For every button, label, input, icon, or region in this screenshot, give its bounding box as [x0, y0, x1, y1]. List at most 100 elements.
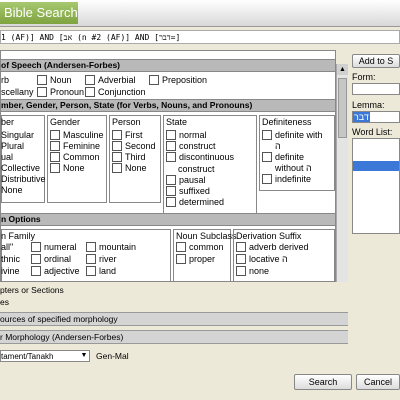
family-land-checkbox[interactable]: land: [86, 266, 116, 276]
checkbox-box[interactable]: [37, 87, 47, 97]
state-discontinuous-checkbox[interactable]: discontinuous: [166, 152, 234, 162]
checkbox-box[interactable]: [166, 175, 176, 185]
scroll-thumb[interactable]: [338, 78, 347, 138]
checkbox-box[interactable]: [86, 242, 96, 252]
chevron-down-icon[interactable]: ▼: [79, 351, 89, 361]
checkbox-box[interactable]: [236, 266, 246, 276]
checkbox-box[interactable]: [50, 152, 60, 162]
number-collective-checkbox[interactable]: Collective: [1, 163, 40, 173]
pos-adverbial-checkbox[interactable]: Adverbial: [85, 75, 136, 85]
section-noun-options[interactable]: n Options: [1, 213, 335, 226]
scroll-up-icon[interactable]: ▲: [337, 64, 348, 75]
word-list-selected-item[interactable]: [353, 161, 399, 171]
checkbox-box[interactable]: [262, 130, 272, 140]
checkbox-box[interactable]: [85, 87, 95, 97]
lemma-field[interactable]: דבר: [352, 111, 400, 123]
gender-feminine-checkbox[interactable]: Feminine: [50, 141, 100, 151]
checkbox-box[interactable]: [166, 186, 176, 196]
definiteness-definite-without-checkbox[interactable]: definite: [262, 152, 304, 162]
checkbox-box[interactable]: [176, 242, 186, 252]
subclass-proper-checkbox[interactable]: proper: [176, 254, 215, 264]
subclass-common-checkbox[interactable]: common: [176, 242, 224, 252]
checkbox-box[interactable]: [37, 75, 47, 85]
pos-preposition-checkbox[interactable]: Preposition: [149, 75, 207, 85]
family-river-checkbox[interactable]: river: [86, 254, 117, 264]
checkbox-box[interactable]: [236, 254, 246, 264]
checkbox-box[interactable]: [86, 266, 96, 276]
query-field[interactable]: 1 (AF)] AND [אב (n #2 (AF)] AND [דבר=]: [0, 30, 400, 44]
version-select-value: tament/Tanakh: [1, 352, 54, 361]
checkbox-box[interactable]: [236, 242, 246, 252]
suffix-none-checkbox[interactable]: none: [236, 266, 269, 276]
checkbox-box[interactable]: [50, 163, 60, 173]
family-adjective-checkbox[interactable]: adjective: [31, 266, 80, 276]
gender-masculine-checkbox[interactable]: Masculine: [50, 130, 104, 140]
person-none-checkbox[interactable]: None: [112, 163, 147, 173]
number-singular-checkbox[interactable]: Singular: [1, 130, 34, 140]
pos-pronoun-checkbox[interactable]: Pronoun: [37, 87, 84, 97]
checkbox-box[interactable]: [166, 141, 176, 151]
family-mountain-checkbox[interactable]: mountain: [86, 242, 136, 252]
number-dual-checkbox[interactable]: ual: [1, 152, 13, 162]
checkbox-box[interactable]: [149, 75, 159, 85]
checkbox-box[interactable]: [112, 152, 122, 162]
checkbox-box[interactable]: [262, 174, 272, 184]
checkbox-box[interactable]: [262, 152, 272, 162]
add-to-search-button[interactable]: Add to S: [352, 54, 400, 68]
checkbox-box[interactable]: [85, 75, 95, 85]
form-field[interactable]: [352, 83, 400, 95]
panel-scrollbar[interactable]: ▲: [336, 64, 348, 282]
number-none-checkbox[interactable]: None: [1, 185, 23, 195]
morphology-panel: of Speech (Andersen-Forbes) rb Noun Adve…: [0, 50, 336, 282]
section-number-gender[interactable]: mber, Gender, Person, State (for Verbs, …: [1, 99, 335, 112]
pos-noun-checkbox[interactable]: Noun: [37, 75, 72, 85]
section-part-of-speech[interactable]: of Speech (Andersen-Forbes): [1, 59, 335, 72]
person-first-checkbox[interactable]: First: [112, 130, 143, 140]
checkbox-box[interactable]: [166, 130, 176, 140]
family-divine-checkbox[interactable]: ivine: [1, 266, 20, 276]
state-determined-checkbox[interactable]: determined: [166, 197, 224, 207]
checkbox-box[interactable]: [112, 130, 122, 140]
state-normal-checkbox[interactable]: normal: [166, 130, 207, 140]
person-second-checkbox[interactable]: Second: [112, 141, 156, 151]
number-plural-checkbox[interactable]: Plural: [1, 141, 24, 151]
gender-none-checkbox[interactable]: None: [50, 163, 85, 173]
state-pausal-checkbox[interactable]: pausal: [166, 175, 206, 185]
verses-row[interactable]: es: [0, 296, 348, 308]
suffix-locative-checkbox[interactable]: locative ה: [236, 254, 288, 264]
definiteness-indefinite-checkbox[interactable]: indefinite: [262, 174, 311, 184]
cancel-button[interactable]: Cancel: [356, 374, 400, 390]
family-numeral-checkbox[interactable]: numeral: [31, 242, 77, 252]
checkbox-label: Common: [63, 152, 100, 162]
checkbox-box[interactable]: [112, 163, 122, 173]
search-button[interactable]: Search: [294, 374, 352, 390]
family-ordinal-checkbox[interactable]: ordinal: [31, 254, 71, 264]
family-ethnic-checkbox[interactable]: thnic: [1, 254, 20, 264]
checkbox-box[interactable]: [166, 197, 176, 207]
gender-common-checkbox[interactable]: Common: [50, 152, 100, 162]
sources-row[interactable]: ources of specified morphology: [0, 312, 348, 326]
checkbox-box[interactable]: [86, 254, 96, 264]
checkbox-box[interactable]: [50, 130, 60, 140]
pos-miscellany-checkbox[interactable]: scellany: [1, 87, 34, 97]
checkbox-box[interactable]: [31, 254, 41, 264]
checkbox-box[interactable]: [176, 254, 186, 264]
other-morphology-row[interactable]: r Morphology (Andersen-Forbes): [0, 330, 348, 344]
definiteness-definite-with-checkbox[interactable]: definite with: [262, 130, 323, 140]
version-select[interactable]: tament/Tanakh ▼: [0, 350, 90, 362]
suffix-adverb-derived-checkbox[interactable]: adverb derived: [236, 242, 309, 252]
checkbox-box[interactable]: [50, 141, 60, 151]
number-distributive-checkbox[interactable]: Distributive: [1, 174, 46, 184]
person-third-checkbox[interactable]: Third: [112, 152, 146, 162]
state-suffixed-checkbox[interactable]: suffixed: [166, 186, 210, 196]
pos-verb-checkbox[interactable]: rb: [1, 75, 9, 85]
state-construct-checkbox[interactable]: construct: [166, 141, 216, 151]
pos-conjunction-checkbox[interactable]: Conjunction: [85, 87, 146, 97]
checkbox-box[interactable]: [31, 266, 41, 276]
checkbox-box[interactable]: [31, 242, 41, 252]
checkbox-box[interactable]: [112, 141, 122, 151]
word-list[interactable]: [352, 138, 400, 234]
checkbox-box[interactable]: [166, 152, 176, 162]
chapters-or-sections-row[interactable]: pters or Sections: [0, 284, 348, 296]
family-all-checkbox[interactable]: all": [1, 242, 13, 252]
